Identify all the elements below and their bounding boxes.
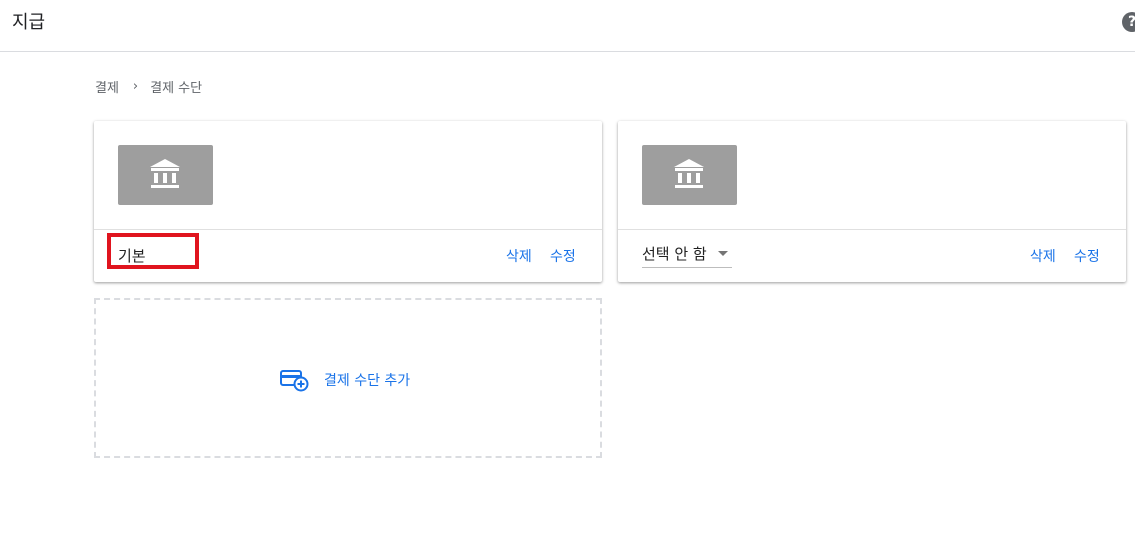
bank-icon bbox=[150, 159, 180, 188]
app-root: 지급 ? 결제 › 결제 수단 기본 삭제 수정 bbox=[0, 0, 1135, 538]
page-title: 지급 bbox=[12, 12, 46, 33]
payment-method-thumbnail bbox=[118, 145, 213, 205]
breadcrumb-item-payment-methods: 결제 수단 bbox=[150, 81, 203, 96]
dropdown-arrow-icon bbox=[718, 251, 728, 256]
delete-button[interactable]: 삭제 bbox=[1030, 246, 1056, 266]
add-card-icon bbox=[280, 370, 309, 392]
payment-method-card: 기본 삭제 수정 bbox=[94, 121, 602, 282]
edit-button[interactable]: 수정 bbox=[1074, 246, 1100, 266]
top-bar: 지급 ? bbox=[0, 0, 1135, 52]
bank-icon bbox=[674, 159, 704, 188]
select-value: 선택 안 함 bbox=[642, 245, 707, 263]
delete-button[interactable]: 삭제 bbox=[506, 246, 532, 266]
payment-method-card: 선택 안 함 삭제 수정 bbox=[618, 121, 1126, 282]
edit-button[interactable]: 수정 bbox=[550, 246, 576, 266]
payment-method-thumbnail bbox=[642, 145, 737, 205]
card-divider bbox=[94, 229, 602, 230]
add-payment-method-label: 결제 수단 추가 bbox=[324, 373, 411, 389]
add-payment-method-content: 결제 수단 추가 bbox=[280, 368, 410, 392]
payment-method-select[interactable]: 선택 안 함 bbox=[642, 241, 732, 268]
breadcrumb-item-payments[interactable]: 결제 bbox=[95, 77, 119, 96]
highlight-box bbox=[107, 233, 199, 269]
card-divider bbox=[618, 229, 1126, 230]
chevron-right-icon: › bbox=[132, 79, 139, 94]
breadcrumb: 결제 › 결제 수단 bbox=[95, 77, 202, 96]
add-payment-method-button[interactable]: 결제 수단 추가 bbox=[94, 298, 602, 458]
help-icon[interactable]: ? bbox=[1122, 12, 1135, 32]
